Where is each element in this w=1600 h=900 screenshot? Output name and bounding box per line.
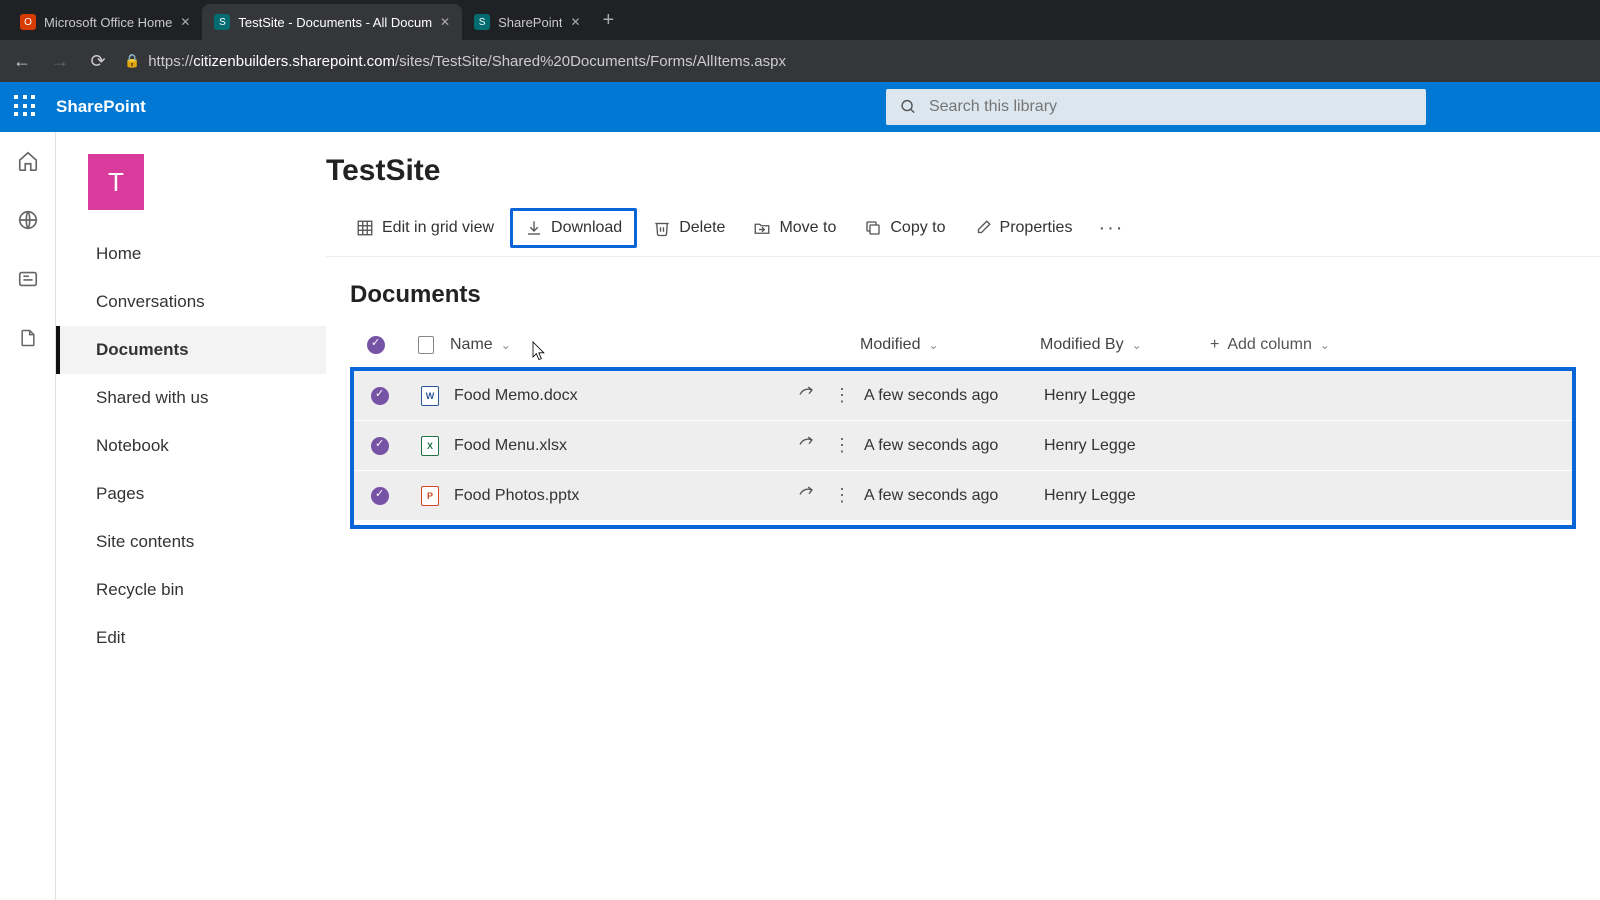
chevron-down-icon: ⌄ [1320, 338, 1330, 352]
modified-by-cell[interactable]: Henry Legge [1044, 487, 1214, 505]
nav-item[interactable]: Edit [56, 614, 326, 662]
table-header: Name ⌄ Modified ⌄ Modified By ⌄ + Add c [350, 323, 1576, 367]
close-icon[interactable]: ✕ [570, 15, 580, 29]
row-more-button[interactable]: ⋮ [833, 385, 851, 406]
home-icon[interactable] [17, 150, 39, 177]
nav-item[interactable]: Notebook [56, 422, 326, 470]
tab-title: Microsoft Office Home [44, 15, 172, 30]
excel-file-icon: X [421, 436, 439, 456]
close-icon[interactable]: ✕ [180, 15, 190, 29]
table-row[interactable]: P Food Photos.pptx ⋮ A few seconds ago H… [354, 471, 1572, 521]
modified-by-cell[interactable]: Henry Legge [1044, 437, 1214, 455]
download-button[interactable]: Download [510, 208, 637, 248]
modified-cell: A few seconds ago [864, 487, 1044, 505]
share-icon[interactable] [797, 384, 815, 407]
row-more-button[interactable]: ⋮ [833, 435, 851, 456]
nav-item[interactable]: Shared with us [56, 374, 326, 422]
row-select-checkbox[interactable] [371, 437, 389, 455]
plus-icon: + [1210, 336, 1219, 354]
tab-favicon: S [474, 14, 490, 30]
nav-item[interactable]: Conversations [56, 278, 326, 326]
cmd-label: Delete [679, 219, 725, 237]
browser-tab[interactable]: S SharePoint ✕ [462, 4, 592, 40]
url-text: https://citizenbuilders.sharepoint.com/s… [148, 53, 786, 70]
chevron-down-icon: ⌄ [928, 338, 938, 352]
modified-by-cell[interactable]: Henry Legge [1044, 387, 1214, 405]
news-icon[interactable] [17, 268, 39, 295]
nav-item[interactable]: Home [56, 230, 326, 278]
copy-to-button[interactable]: Copy to [852, 211, 957, 245]
nav-item[interactable]: Documents [56, 326, 326, 374]
file-type-column-icon[interactable] [418, 336, 434, 354]
modified-by-column-header[interactable]: Modified By ⌄ [1040, 336, 1210, 354]
browser-tab[interactable]: S TestSite - Documents - All Docum ✕ [202, 4, 462, 40]
modified-cell: A few seconds ago [864, 387, 1044, 405]
row-select-checkbox[interactable] [371, 487, 389, 505]
more-commands-button[interactable]: ··· [1088, 213, 1134, 244]
share-icon[interactable] [797, 484, 815, 507]
cmd-label: Edit in grid view [382, 219, 494, 237]
left-rail [0, 132, 56, 900]
browser-tab-strip: O Microsoft Office Home ✕ S TestSite - D… [0, 0, 1600, 40]
tab-title: SharePoint [498, 15, 562, 30]
new-tab-button[interactable]: + [593, 9, 625, 32]
delete-button[interactable]: Delete [641, 211, 737, 245]
nav-item[interactable]: Site contents [56, 518, 326, 566]
close-icon[interactable]: ✕ [440, 15, 450, 29]
name-column-header[interactable]: Name ⌄ [450, 336, 780, 354]
tab-favicon: S [214, 14, 230, 30]
suite-header: SharePoint [0, 82, 1600, 132]
file-name[interactable]: Food Memo.docx [454, 387, 784, 405]
site-logo[interactable]: T [88, 154, 144, 210]
tab-favicon: O [20, 14, 36, 30]
share-icon[interactable] [797, 434, 815, 457]
add-column-button[interactable]: + Add column ⌄ [1210, 336, 1370, 354]
globe-icon[interactable] [17, 209, 39, 236]
site-title[interactable]: TestSite [326, 154, 440, 188]
file-name[interactable]: Food Menu.xlsx [454, 437, 784, 455]
reload-button[interactable]: ⟳ [86, 51, 110, 72]
cmd-label: Copy to [890, 219, 945, 237]
move-to-button[interactable]: Move to [741, 211, 848, 245]
browser-url-bar: ← → ⟳ 🔒 https://citizenbuilders.sharepoi… [0, 40, 1600, 82]
address-bar[interactable]: 🔒 https://citizenbuilders.sharepoint.com… [124, 53, 1590, 70]
app-name[interactable]: SharePoint [56, 97, 146, 117]
properties-button[interactable]: Properties [962, 211, 1085, 245]
forward-button[interactable]: → [48, 51, 72, 72]
table-row[interactable]: W Food Memo.docx ⋮ A few seconds ago Hen… [354, 371, 1572, 421]
file-icon[interactable] [18, 327, 38, 354]
tab-title: TestSite - Documents - All Docum [238, 15, 432, 30]
edit-grid-button[interactable]: Edit in grid view [344, 211, 506, 245]
table-row[interactable]: X Food Menu.xlsx ⋮ A few seconds ago Hen… [354, 421, 1572, 471]
nav-item[interactable]: Pages [56, 470, 326, 518]
search-icon [900, 98, 917, 116]
file-name[interactable]: Food Photos.pptx [454, 487, 784, 505]
back-button[interactable]: ← [10, 51, 34, 72]
cmd-label: Properties [1000, 219, 1073, 237]
word-file-icon: W [421, 386, 439, 406]
ppt-file-icon: P [421, 486, 439, 506]
site-nav: HomeConversationsDocumentsShared with us… [56, 222, 326, 662]
search-input[interactable] [929, 98, 1412, 116]
library-title: Documents [326, 257, 1600, 323]
command-bar: Edit in grid view Download Delete Move t… [326, 200, 1600, 257]
lock-icon: 🔒 [124, 53, 140, 69]
selected-rows-highlight: W Food Memo.docx ⋮ A few seconds ago Hen… [350, 367, 1576, 529]
browser-tab[interactable]: O Microsoft Office Home ✕ [8, 4, 202, 40]
nav-item[interactable]: Recycle bin [56, 566, 326, 614]
app-launcher-icon[interactable] [14, 95, 38, 119]
modified-column-header[interactable]: Modified ⌄ [860, 336, 1040, 354]
row-select-checkbox[interactable] [371, 387, 389, 405]
cmd-label: Download [551, 219, 622, 237]
cmd-label: Move to [779, 219, 836, 237]
search-box[interactable] [886, 89, 1426, 125]
select-all-checkbox[interactable] [367, 336, 385, 354]
row-more-button[interactable]: ⋮ [833, 485, 851, 506]
chevron-down-icon: ⌄ [1132, 338, 1142, 352]
chevron-down-icon: ⌄ [501, 338, 511, 352]
modified-cell: A few seconds ago [864, 437, 1044, 455]
document-list: Name ⌄ Modified ⌄ Modified By ⌄ + Add c [326, 323, 1600, 529]
